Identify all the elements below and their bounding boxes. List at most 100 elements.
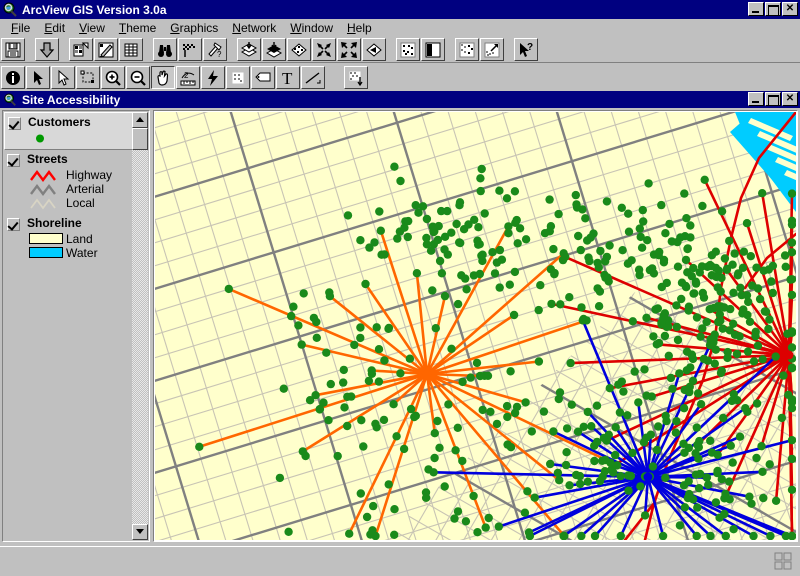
label-callout-icon — [254, 69, 272, 87]
legend-class-row — [30, 131, 130, 145]
svg-text:T: T — [282, 69, 293, 87]
arcview-globe-magnifier-icon — [2, 2, 18, 18]
find-button[interactable] — [153, 38, 177, 61]
magnifier-minus-icon — [129, 69, 147, 87]
pan-tool[interactable] — [151, 66, 175, 89]
menu-window[interactable]: Window — [283, 20, 340, 36]
edit-legend-button[interactable] — [94, 38, 118, 61]
locate-address-button[interactable] — [178, 38, 202, 61]
menu-file[interactable]: File — [4, 20, 37, 36]
legend-class-row: Highway — [29, 168, 131, 182]
text-tool[interactable]: T — [276, 66, 300, 89]
arcview-application-window: ArcView GIS Version 3.0a ✕ File Edit Vie… — [0, 0, 800, 576]
select-shape-tool[interactable] — [76, 66, 100, 89]
select-rectangle-icon — [79, 69, 97, 87]
zoom-to-themes-button[interactable] — [262, 38, 286, 61]
draw-line-icon — [304, 69, 322, 87]
water-swatch-icon — [29, 246, 63, 260]
zoom-in-tool[interactable] — [101, 66, 125, 89]
zoom-to-selected-button[interactable] — [237, 38, 261, 61]
save-project-button[interactable] — [1, 38, 25, 61]
query-builder-button[interactable]: ? — [203, 38, 227, 61]
magnifier-plus-icon — [104, 69, 122, 87]
select-none-button[interactable] — [455, 38, 479, 61]
legend-theme-streets[interactable]: Streets Highway Arterial Local — [4, 150, 133, 214]
theme-name-customers: Customers — [28, 115, 91, 129]
theme-checkbox-streets[interactable] — [7, 154, 20, 167]
scroll-down-arrow-icon[interactable] — [132, 524, 148, 540]
legend-scroll-thumb[interactable] — [132, 128, 148, 150]
scroll-up-arrow-icon[interactable] — [132, 112, 148, 128]
legend-scrollbar[interactable] — [132, 112, 148, 540]
menu-network[interactable]: Network — [225, 20, 283, 36]
zoom-active-themes-icon — [265, 41, 283, 59]
legend-theme-customers[interactable]: Customers — [4, 112, 133, 150]
floppy-disk-icon — [4, 41, 22, 59]
table-icon — [122, 41, 140, 59]
view-close-button[interactable]: ✕ — [782, 92, 798, 106]
view-title: Site Accessibility — [22, 92, 121, 107]
main-window-controls: ✕ — [747, 2, 798, 16]
window-grid-icon[interactable] — [774, 552, 792, 570]
draw-point-tool[interactable] — [226, 66, 250, 89]
view-window-controls: ✕ — [747, 92, 798, 106]
binoculars-icon — [156, 41, 174, 59]
view-titlebar: Site Accessibility ✕ — [0, 91, 800, 108]
map-canvas[interactable] — [155, 112, 796, 540]
legend-theme-shoreline[interactable]: Shoreline Land Water — [4, 214, 133, 264]
map-view-frame — [153, 110, 798, 542]
tool-toolbar: 2 T 30,102 — [0, 63, 800, 148]
vertex-edit-tool[interactable] — [51, 66, 75, 89]
black-arrow-pointer-icon — [29, 69, 47, 87]
main-menubar: File Edit View Theme Graphics Network Wi… — [0, 19, 800, 36]
view-minimize-button[interactable] — [748, 92, 764, 106]
identify-tool[interactable] — [1, 66, 25, 89]
measure-tool[interactable]: 2 — [176, 66, 200, 89]
restore-button[interactable] — [765, 2, 781, 16]
add-theme-button[interactable] — [35, 38, 59, 61]
zoom-out-tool[interactable] — [126, 66, 150, 89]
draw-line-tool[interactable] — [301, 66, 325, 89]
view-restore-button[interactable] — [765, 92, 781, 106]
land-swatch-icon — [29, 232, 63, 246]
legend-class-label: Water — [66, 246, 98, 260]
minimize-button[interactable] — [748, 2, 764, 16]
map-graphics[interactable] — [155, 112, 796, 540]
zoom-selected-layers-icon — [240, 41, 258, 59]
menu-theme[interactable]: Theme — [112, 20, 163, 36]
highway-line-icon — [29, 169, 63, 182]
theme-properties-button[interactable] — [69, 38, 93, 61]
arterial-line-icon — [29, 183, 63, 196]
zoom-in-button[interactable] — [337, 38, 361, 61]
pointer-tool[interactable] — [26, 66, 50, 89]
view-globe-icon — [3, 92, 17, 107]
zoom-previous-button[interactable] — [362, 38, 386, 61]
hand-pan-icon — [154, 69, 172, 87]
network-trace-icon — [347, 69, 365, 87]
info-circle-icon — [4, 69, 22, 87]
network-trace-tool[interactable] — [344, 66, 368, 89]
legend-scroll-track[interactable] — [132, 128, 148, 524]
menu-help[interactable]: Help — [340, 20, 379, 36]
svg-text:?: ? — [217, 50, 222, 59]
menu-view[interactable]: View — [72, 20, 112, 36]
theme-checkbox-customers[interactable] — [8, 117, 21, 130]
legend-theme-list[interactable]: Customers Streets Highway Arterial Local… — [4, 112, 133, 540]
theme-checkbox-shoreline[interactable] — [7, 218, 20, 231]
zoom-to-full-extent-button[interactable] — [287, 38, 311, 61]
zoom-out-button[interactable] — [312, 38, 336, 61]
point-marker-icon — [229, 69, 247, 87]
hot-link-tool[interactable] — [201, 66, 225, 89]
clear-selected-button[interactable] — [421, 38, 445, 61]
help-pointer-button[interactable]: ? — [514, 38, 538, 61]
select-feature-button[interactable] — [396, 38, 420, 61]
theme-properties-icon — [72, 41, 90, 59]
promote-button[interactable] — [480, 38, 504, 61]
close-button[interactable]: ✕ — [782, 2, 798, 16]
menu-edit[interactable]: Edit — [37, 20, 72, 36]
label-tool[interactable] — [251, 66, 275, 89]
svg-text:?: ? — [527, 42, 533, 53]
open-table-button[interactable] — [119, 38, 143, 61]
menu-graphics[interactable]: Graphics — [163, 20, 225, 36]
select-none-dots-icon — [458, 41, 476, 59]
